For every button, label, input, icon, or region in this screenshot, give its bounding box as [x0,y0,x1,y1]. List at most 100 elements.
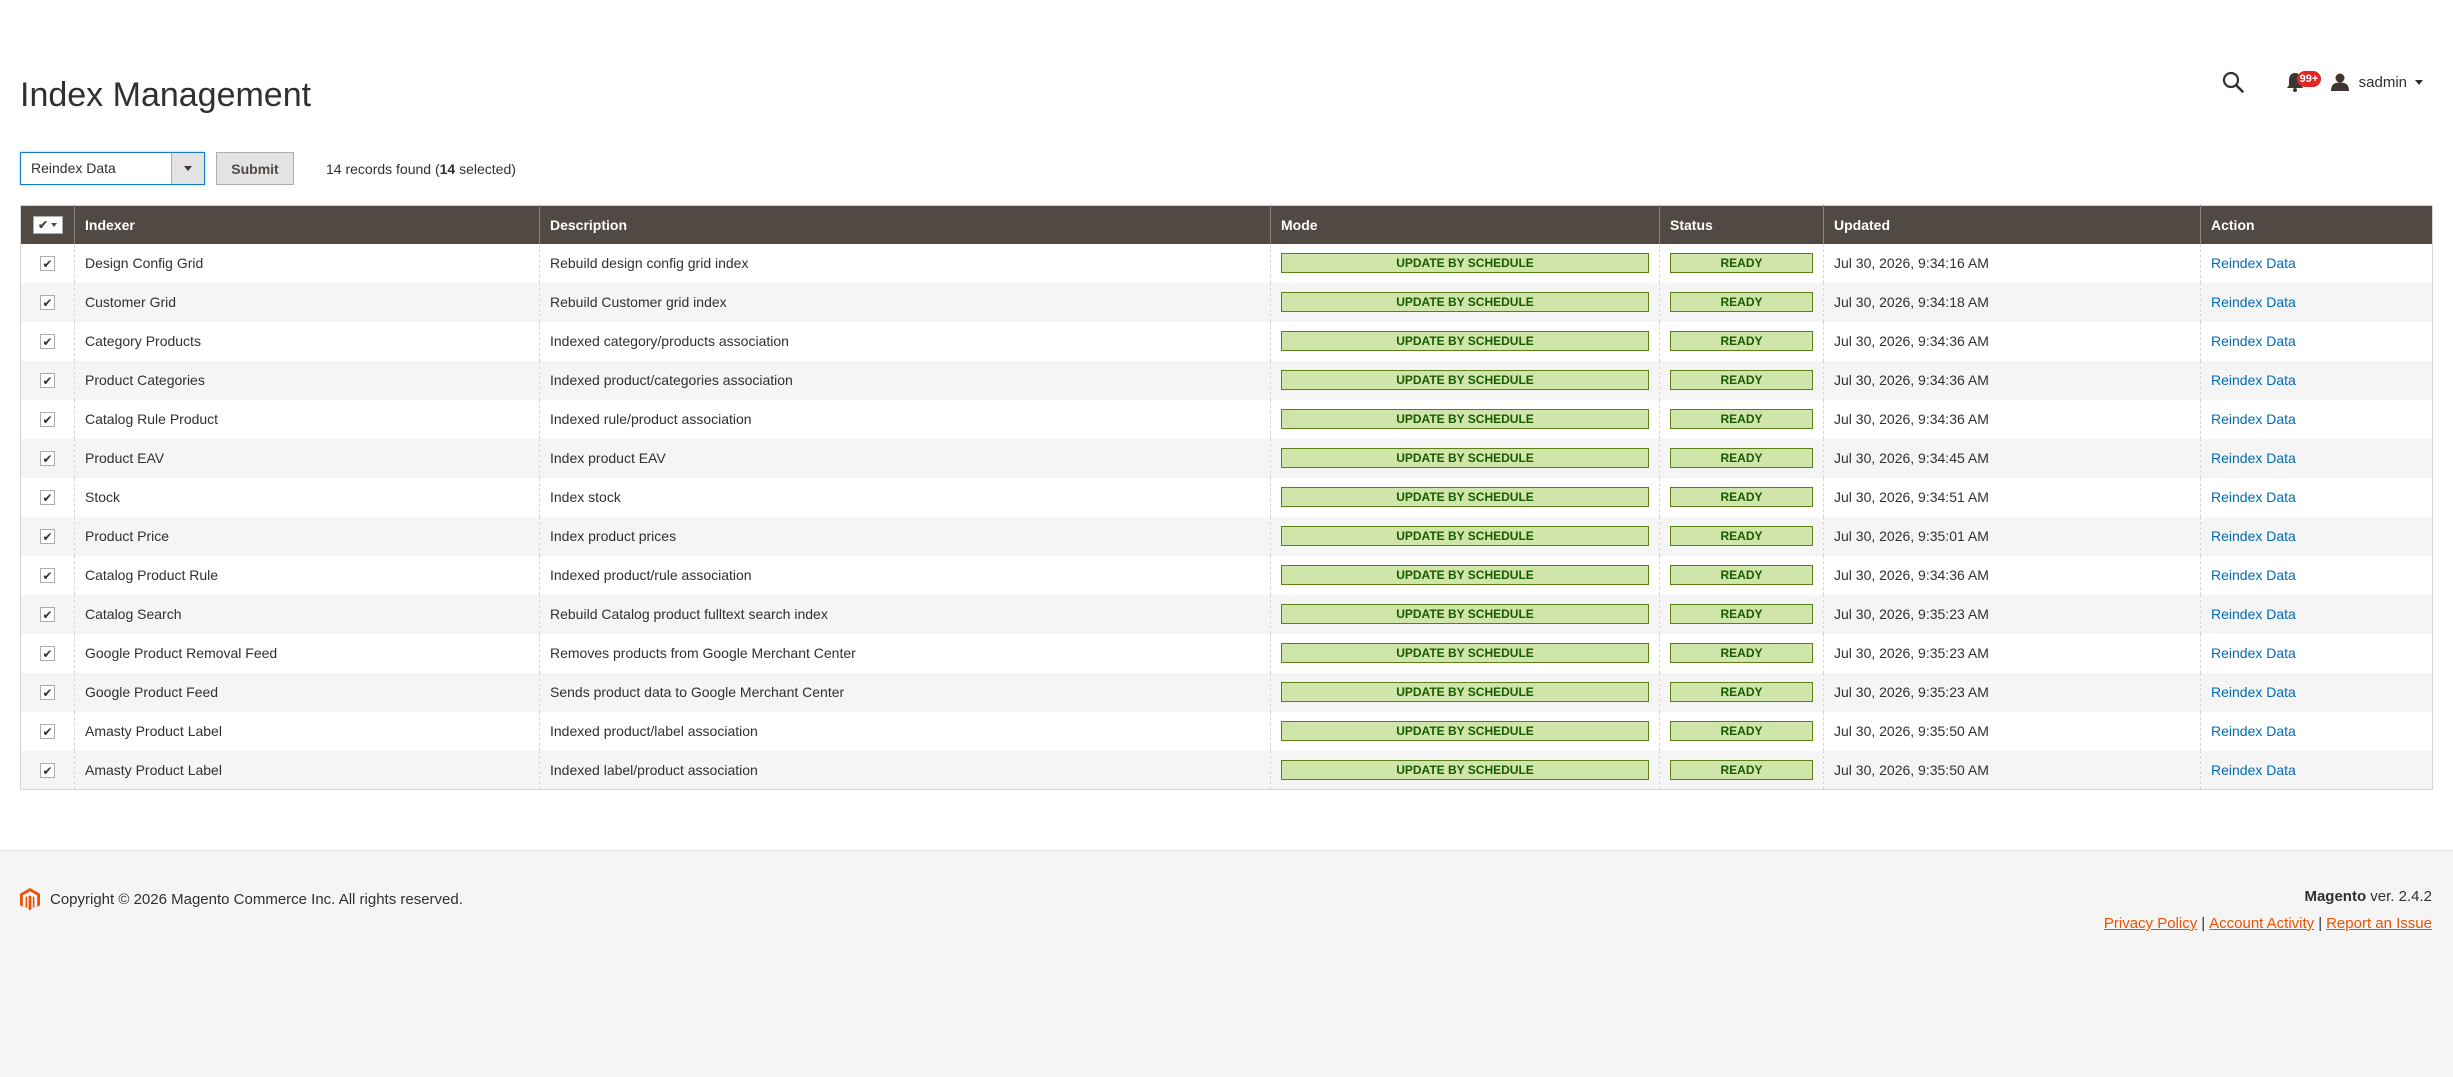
notifications-button[interactable]: 99+ [2275,64,2322,100]
mass-action-select[interactable]: Reindex Data [20,152,205,185]
row-checkbox[interactable]: ✔ [40,412,55,428]
reindex-data-link[interactable]: Reindex Data [2211,450,2296,466]
reindex-data-link[interactable]: Reindex Data [2211,411,2296,427]
checkbox-checked-icon: ✔ [42,490,53,505]
chevron-down-icon [184,166,192,171]
mode-badge: UPDATE BY SCHEDULE [1281,409,1649,429]
submit-button[interactable]: Submit [216,152,294,185]
reindex-data-link[interactable]: Reindex Data [2211,723,2296,739]
row-checkbox[interactable]: ✔ [40,373,55,389]
indexer-description: Indexed category/products association [539,321,1271,361]
checkbox-checked-icon: ✔ [42,373,53,388]
link-separator: | [2318,915,2323,932]
updated-timestamp: Jul 30, 2026, 9:34:51 AM [1823,477,2201,517]
table-row: ✔ Stock Index stock UPDATE BY SCHEDULE READY… [20,477,2433,517]
mass-select-header: ✔ [20,205,75,244]
footer-links: Privacy Policy | Account Activity | Report a… [2104,915,2432,932]
mode-badge: UPDATE BY SCHEDULE [1281,487,1649,507]
privacy-policy-link[interactable]: Privacy Policy [2104,915,2197,932]
reindex-data-link[interactable]: Reindex Data [2211,255,2296,271]
row-select-cell: ✔ [20,633,75,673]
global-search-button[interactable] [2213,64,2253,100]
grid-header-row: ✔ Indexer Description Mode Status Update… [20,205,2433,244]
user-name: sadmin [2358,73,2407,91]
column-header-mode: Mode [1270,205,1660,244]
mode-cell: UPDATE BY SCHEDULE [1270,555,1660,595]
row-checkbox[interactable]: ✔ [40,334,55,350]
reindex-data-link[interactable]: Reindex Data [2211,294,2296,310]
mode-cell: UPDATE BY SCHEDULE [1270,633,1660,673]
column-header-action: Action [2200,205,2433,244]
reindex-data-link[interactable]: Reindex Data [2211,489,2296,505]
footer-copyright-block: Copyright © 2026 Magento Commerce Inc. A… [20,888,463,911]
reindex-data-link[interactable]: Reindex Data [2211,762,2296,778]
updated-timestamp: Jul 30, 2026, 9:34:18 AM [1823,282,2201,322]
copyright-text: Copyright © 2026 Magento Commerce Inc. A… [50,891,463,908]
status-cell: READY [1659,516,1824,556]
indexer-name: Amasty Product Label [74,711,540,751]
action-cell: Reindex Data [2200,555,2433,595]
column-header-indexer: Indexer [74,205,540,244]
indexer-description: Rebuild Catalog product fulltext search … [539,594,1271,634]
status-cell: READY [1659,477,1824,517]
indexer-name: Product EAV [74,438,540,478]
page-title: Index Management [20,76,312,114]
version-info: Magento ver. 2.4.2 [2104,888,2432,905]
indexer-description: Sends product data to Google Merchant Ce… [539,672,1271,712]
table-row: ✔ Category Products Indexed category/produ… [20,321,2433,361]
row-checkbox[interactable]: ✔ [40,451,55,467]
reindex-data-link[interactable]: Reindex Data [2211,372,2296,388]
status-badge: READY [1670,409,1813,429]
status-badge: READY [1670,487,1813,507]
row-checkbox[interactable]: ✔ [40,490,55,506]
status-badge: READY [1670,370,1813,390]
indexer-name: Product Categories [74,360,540,400]
mode-cell: UPDATE BY SCHEDULE [1270,594,1660,634]
checkbox-checked-icon: ✔ [42,646,53,661]
table-row: ✔ Customer Grid Rebuild Customer grid inde… [20,282,2433,322]
mass-action-dropdown-toggle[interactable] [171,153,204,184]
reindex-data-link[interactable]: Reindex Data [2211,684,2296,700]
action-cell: Reindex Data [2200,477,2433,517]
indexer-description: Index stock [539,477,1271,517]
table-row: ✔ Amasty Product Label Indexed product/lab… [20,711,2433,751]
status-badge: READY [1670,759,1813,780]
status-badge: READY [1670,643,1813,663]
reindex-data-link[interactable]: Reindex Data [2211,333,2296,349]
action-cell: Reindex Data [2200,360,2433,400]
row-checkbox[interactable]: ✔ [40,529,55,545]
page-header: Index Management 99+ sadmin [0,0,2453,140]
indexer-grid: ✔ Indexer Description Mode Status Update… [20,205,2433,790]
mode-badge: UPDATE BY SCHEDULE [1281,682,1649,702]
row-select-cell: ✔ [20,282,75,322]
row-checkbox[interactable]: ✔ [40,763,55,778]
mass-select-toggle[interactable]: ✔ [32,215,63,234]
row-checkbox[interactable]: ✔ [40,724,55,740]
action-cell: Reindex Data [2200,750,2433,790]
reindex-data-link[interactable]: Reindex Data [2211,567,2296,583]
mode-cell: UPDATE BY SCHEDULE [1270,399,1660,439]
checkbox-checked-icon: ✔ [42,568,53,583]
row-checkbox[interactable]: ✔ [40,256,55,272]
row-checkbox[interactable]: ✔ [40,646,55,662]
row-select-cell: ✔ [20,711,75,751]
account-activity-link[interactable]: Account Activity [2209,915,2314,932]
updated-timestamp: Jul 30, 2026, 9:35:23 AM [1823,594,2201,634]
table-row: ✔ Catalog Rule Product Indexed rule/produc… [20,399,2433,439]
indexer-name: Catalog Product Rule [74,555,540,595]
mode-badge: UPDATE BY SCHEDULE [1281,292,1649,312]
row-checkbox[interactable]: ✔ [40,685,55,701]
reindex-data-link[interactable]: Reindex Data [2211,645,2296,661]
reindex-data-link[interactable]: Reindex Data [2211,528,2296,544]
user-account-menu[interactable]: sadmin [2330,73,2423,91]
row-checkbox[interactable]: ✔ [40,607,55,623]
notifications-count-badge: 99+ [2296,71,2322,87]
row-checkbox[interactable]: ✔ [40,295,55,311]
report-issue-link[interactable]: Report an Issue [2326,915,2432,932]
reindex-data-link[interactable]: Reindex Data [2211,606,2296,622]
chevron-down-icon [51,222,58,227]
indexer-name: Google Product Removal Feed [74,633,540,673]
row-checkbox[interactable]: ✔ [40,568,55,584]
checkbox-checked-icon: ✔ [42,295,53,310]
records-suffix: selected) [455,160,516,177]
